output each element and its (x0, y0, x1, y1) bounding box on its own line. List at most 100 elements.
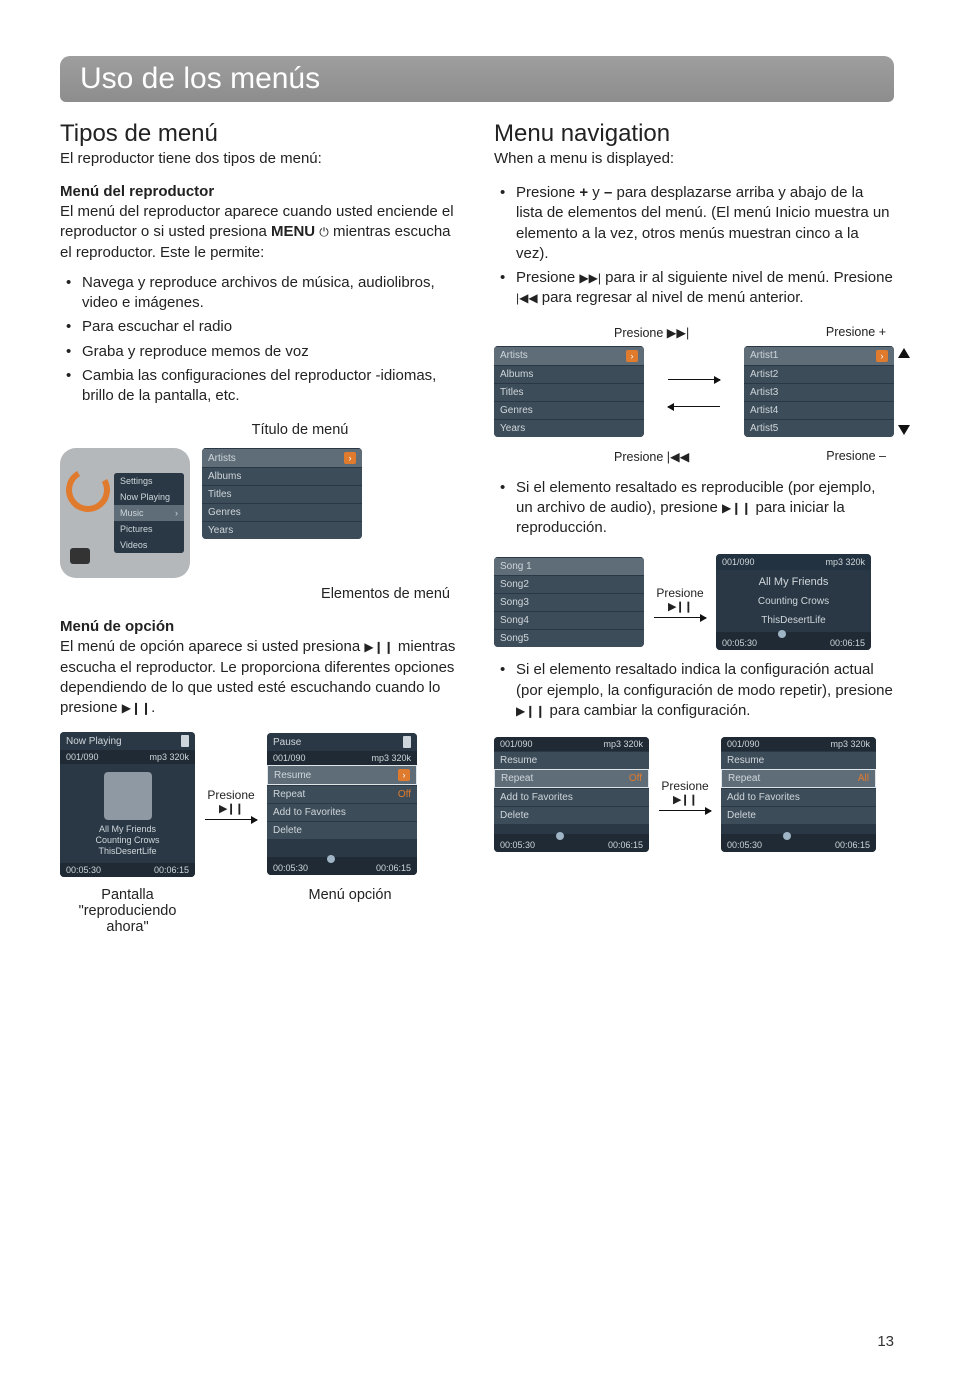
fig-option-menu: Now Playing 001/090mp3 320k All My Frien… (60, 732, 460, 876)
np-line: Counting Crows (716, 594, 871, 613)
skip-back-icon: |◀◀ (516, 291, 538, 305)
opt-row-selected: Resume› (267, 765, 417, 785)
fig-song-play: Song 1 Song2 Song3 Song4 Song5 Presione … (494, 554, 894, 650)
np-header: Now Playing (66, 736, 122, 747)
list-row-selected: Artists› (202, 448, 362, 467)
now-playing-screen: Now Playing 001/090mp3 320k All My Frien… (60, 732, 195, 876)
chevron-right-icon: › (626, 350, 638, 362)
device-row: Now Playing (114, 489, 184, 505)
list-row: Titles (494, 383, 644, 401)
nav-bullet-3: Si el elemento resaltado es reproducible… (494, 478, 894, 539)
triangle-down-icon (898, 425, 910, 435)
chevron-right-icon: › (175, 508, 178, 518)
power-icon: ⏻ (319, 225, 329, 239)
nav-bullets-2: Si el elemento resaltado es reproducible… (494, 478, 894, 539)
np-line: All My Friends (716, 570, 871, 594)
section-tipos: Tipos de menú (60, 120, 460, 148)
list-row: Artist4 (744, 401, 894, 419)
list-row: Song4 (494, 611, 644, 629)
pm-b1: Navega y reproduce archivos de música, a… (60, 273, 460, 314)
pm-b3: Graba y reproduce memos de voz (60, 342, 460, 362)
list-row-selected: Song 1 (494, 557, 644, 575)
chevron-right-icon: › (344, 452, 356, 464)
song-list: Song 1 Song2 Song3 Song4 Song5 (494, 557, 644, 647)
fig-nav-levels: Artists› Albums Titles Genres Years Arti… (494, 346, 894, 437)
nav-lead: When a menu is displayed: (494, 150, 894, 167)
arrow-left-icon (668, 406, 720, 407)
play-pause-icon: ▶❙❙ (659, 793, 711, 806)
list-row: Years (202, 521, 362, 539)
label-press-plus: Presione + (826, 325, 886, 340)
play-pause-icon: ▶❙❙ (205, 802, 257, 815)
list-row: Genres (494, 401, 644, 419)
options-after: 001/090mp3 320k Resume RepeatAll Add to … (721, 737, 876, 852)
label-press-fwd: Presione ▶▶| (614, 325, 689, 340)
annot-elementos: Elementos de menú (60, 586, 460, 602)
page-title: Uso de los menús (80, 62, 874, 96)
opt-caption: Menú opción (275, 887, 425, 935)
list-row: Titles (202, 485, 362, 503)
list-row: Albums (202, 467, 362, 485)
device-row-active: Music› (114, 505, 184, 521)
nav-bullet-4: Si el elemento resaltado indica la confi… (494, 660, 894, 721)
nav-list-right: Artist1› Artist2 Artist3 Artist4 Artist5 (744, 346, 894, 437)
play-pause-icon: ▶❙❙ (654, 600, 706, 613)
opt-row: Delete (267, 821, 417, 839)
album-art-placeholder (104, 772, 152, 820)
opt-row: Add to Favorites (721, 788, 876, 806)
device-mock: Settings Now Playing Music› Pictures Vid… (60, 448, 190, 578)
time-total: 00:06:15 (154, 865, 189, 875)
label-press-back: Presione |◀◀ (614, 449, 689, 464)
pause-hdr: Pause (273, 737, 301, 748)
navfig-top-labels: Presione ▶▶| Presione + (494, 325, 894, 340)
opt-row: Add to Favorites (267, 803, 417, 821)
press-label: Presione ▶❙❙ (659, 779, 711, 811)
label-press-minus: Presione – (826, 449, 886, 464)
list-row: Song5 (494, 629, 644, 647)
list-row: Artist2 (744, 365, 894, 383)
section-nav: Menu navigation (494, 120, 894, 148)
time-elapsed: 00:05:30 (66, 865, 101, 875)
list-row: Years (494, 419, 644, 437)
camera-icon (70, 548, 90, 564)
left-column: Tipos de menú El reproductor tiene dos t… (60, 120, 460, 935)
press-label: Presione ▶❙❙ (654, 586, 706, 618)
opt-row: RepeatOff (267, 785, 417, 803)
pm-b4: Cambia las configuraciones del reproduct… (60, 366, 460, 407)
opt-row: Delete (721, 806, 876, 824)
track-line: ThisDesertLife (64, 846, 191, 857)
headphones-icon (66, 468, 110, 512)
np-line: ThisDesertLife (716, 613, 871, 632)
fig-player-menu: Settings Now Playing Music› Pictures Vid… (60, 448, 460, 578)
chevron-right-icon: › (398, 769, 410, 781)
fig-repeat-toggle: 001/090mp3 320k Resume RepeatOff Add to … (494, 737, 894, 852)
list-row: Artist3 (744, 383, 894, 401)
np-caption: Pantalla "reproduciendo ahora" (60, 887, 195, 935)
opt-row: Delete (494, 806, 649, 824)
option-menu-heading: Menú de opción (60, 618, 460, 635)
opt-row: Add to Favorites (494, 788, 649, 806)
list-row: Genres (202, 503, 362, 521)
play-pause-icon: ▶❙❙ (364, 640, 393, 654)
nav-bullets-3: Si el elemento resaltado indica la confi… (494, 660, 894, 721)
player-menu-bullets: Navega y reproduce archivos de música, a… (60, 273, 460, 407)
skip-forward-icon: ▶▶| (579, 271, 601, 285)
nav-list-left: Artists› Albums Titles Genres Years (494, 346, 644, 437)
triangle-up-icon (898, 348, 910, 358)
navfig-bot-labels: Presione |◀◀ Presione – (494, 449, 894, 464)
device-row: Videos (114, 537, 184, 553)
bitrate: mp3 320k (149, 752, 189, 762)
opt-row-selected: RepeatOff (494, 769, 649, 788)
play-pause-icon: ▶❙❙ (722, 501, 751, 515)
tipos-lead: El reproductor tiene dos tipos de menú: (60, 150, 460, 167)
track-line: Counting Crows (64, 835, 191, 846)
opt-row: Resume (721, 751, 876, 769)
list-row-selected: Artist1› (744, 346, 894, 365)
bitrate: mp3 320k (825, 557, 865, 567)
list-row: Song3 (494, 593, 644, 611)
right-column: Menu navigation When a menu is displayed… (494, 120, 894, 935)
category-list: Artists› Albums Titles Genres Years (202, 448, 362, 539)
device-row: Settings (114, 473, 184, 489)
press-label: Presione ▶❙❙ (205, 788, 257, 820)
play-pause-icon: ▶❙❙ (122, 701, 151, 715)
